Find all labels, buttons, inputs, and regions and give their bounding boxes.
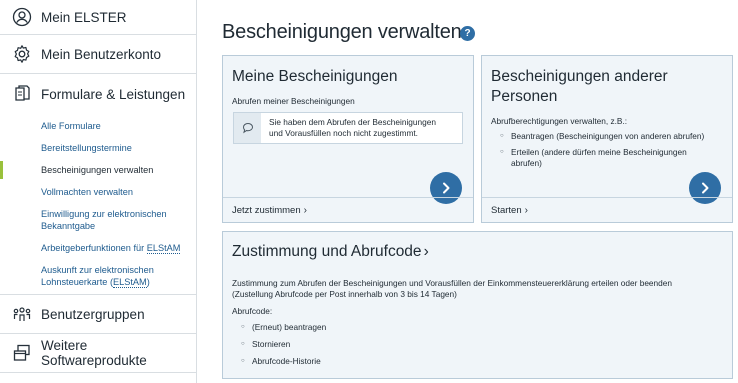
card-title-label: Zustimmung und Abrufcode (232, 243, 422, 260)
info-text: Sie haben dem Abrufen der Bescheinigunge… (261, 113, 436, 143)
chevron-right-icon: › (303, 204, 307, 216)
starten-label: Starten (491, 204, 522, 216)
nav-weitere-software[interactable]: Weitere Softwareprodukte (0, 334, 196, 373)
zustimmung-abrufcode-link[interactable]: Zustimmung und Abrufcode › (232, 242, 429, 262)
sidebar-item-arbeitgeberfunktionen[interactable]: Arbeitgeberfunktionen für ELStAM (0, 242, 196, 254)
card-title: Meine Bescheinigungen (232, 68, 398, 85)
nav-benutzergruppen[interactable]: Benutzergruppen (0, 295, 196, 334)
chevron-right-icon (702, 182, 709, 194)
card-description-line1: Zustimmung zum Abrufen der Bescheinigung… (232, 278, 673, 288)
card-title: Bescheinigungen anderer Personen (491, 67, 668, 107)
chevron-right-icon (443, 182, 450, 194)
nav-mein-elster[interactable]: Mein ELSTER (0, 0, 196, 35)
starten-link[interactable]: Starten › (482, 197, 732, 222)
sidebar-item-auskunft-line2: Lohnsteuerkarte ( (41, 277, 114, 287)
card-title-line2: Personen (491, 88, 558, 105)
subnav-formulare: Alle Formulare Bereitstellungstermine Be… (0, 114, 196, 295)
bullet-list: Beantragen (Bescheinigungen von anderen … (491, 131, 704, 169)
info-box: Sie haben dem Abrufen der Bescheinigunge… (233, 112, 463, 144)
documents-icon (12, 84, 32, 104)
card-meine-bescheinigungen: Meine Bescheinigungen Abrufen meiner Bes… (222, 55, 474, 223)
sidebar-item-einwilligung[interactable]: Einwilligung zur elektronischen Bekanntg… (0, 208, 196, 232)
sidebar-item-alle-formulare[interactable]: Alle Formulare (0, 120, 196, 132)
sidebar-item-auskunft-lohnsteuerkarte[interactable]: Auskunft zur elektronischen Lohnsteuerka… (0, 264, 196, 288)
sidebar-item-einwilligung-line1: Einwilligung zur elektronischen (41, 209, 167, 219)
card-title-line1: Bescheinigungen anderer (491, 68, 668, 85)
nav-benutzergruppen-label: Benutzergruppen (41, 306, 145, 322)
nav-formulare[interactable]: Formulare & Leistungen (0, 74, 196, 114)
abrufcode-label: Abrufcode: (232, 306, 273, 316)
list-item: Abrufcode-Historie (232, 356, 326, 367)
closing-paren: ) (146, 277, 150, 287)
list-item-line2: abrufen) (511, 158, 542, 168)
chevron-right-icon: › (423, 243, 429, 260)
list-item: Stornieren (232, 339, 326, 350)
elstam-abbr: ELStAM (146, 243, 181, 254)
nav-mein-elster-label: Mein ELSTER (41, 9, 127, 25)
card-bescheinigungen-anderer: Bescheinigungen anderer Personen Abrufbe… (481, 55, 733, 223)
nav-benutzerkonto-label: Mein Benutzerkonto (41, 46, 162, 62)
abrufcode-list: (Erneut) beantragen Stornieren Abrufcode… (232, 322, 326, 367)
card-intro: Abrufberechtigungen verwalten, z.B.: (491, 116, 628, 126)
list-item: Erteilen (andere dürfen meine Bescheinig… (491, 147, 704, 169)
sidebar: Mein ELSTER Mein Benutzerkonto Formulare… (0, 0, 197, 383)
windows-icon (12, 343, 32, 363)
help-icon[interactable]: ? (460, 26, 475, 41)
sidebar-item-auskunft-line1: Auskunft zur elektronischen (41, 265, 154, 275)
speech-bubble-icon (234, 113, 261, 143)
sidebar-item-vollmachten-verwalten[interactable]: Vollmachten verwalten (0, 186, 196, 198)
chevron-right-icon: › (524, 204, 528, 216)
list-item-line1: Erteilen (andere dürfen meine Bescheinig… (511, 147, 687, 157)
sidebar-item-bescheinigungen-verwalten[interactable]: Bescheinigungen verwalten (0, 161, 196, 179)
nav-formulare-label: Formulare & Leistungen (41, 86, 186, 102)
gear-icon (12, 44, 32, 64)
card-zustimmung-abrufcode: Zustimmung und Abrufcode › Zustimmung zum… (222, 231, 733, 379)
page-title: Bescheinigungen verwalten (222, 21, 462, 43)
list-item: Beantragen (Bescheinigungen von anderen … (491, 131, 704, 142)
main-content: Bescheinigungen verwalten ? Meine Besche… (198, 0, 738, 383)
elstam-abbr: ELStAM (113, 277, 147, 288)
info-text-line2: und Vorausfüllen noch nicht zugestimmt. (269, 128, 418, 138)
nav-weitere-software-label: Weitere Softwareprodukte (41, 338, 147, 368)
info-text-line1: Sie haben dem Abrufen der Bescheinigunge… (269, 117, 436, 127)
sidebar-item-arbeitgeberfunktionen-label: Arbeitgeberfunktionen für (41, 243, 147, 253)
nav-benutzerkonto[interactable]: Mein Benutzerkonto (0, 35, 196, 74)
card-description-line2: (Zustellung Abrufcode per Post innerhalb… (232, 289, 457, 299)
group-icon (12, 304, 32, 324)
card-subtitle: Abrufen meiner Bescheinigungen (232, 96, 355, 106)
jetzt-zustimmen-link[interactable]: Jetzt zustimmen › (223, 197, 473, 222)
user-circle-icon (12, 7, 32, 27)
jetzt-zustimmen-label: Jetzt zustimmen (232, 204, 301, 216)
list-item: (Erneut) beantragen (232, 322, 326, 333)
sidebar-item-bereitstellungstermine[interactable]: Bereitstellungstermine (0, 142, 196, 154)
sidebar-item-einwilligung-line2: Bekanntgabe (41, 221, 96, 231)
card-description: Zustimmung zum Abrufen der Bescheinigung… (232, 278, 672, 300)
